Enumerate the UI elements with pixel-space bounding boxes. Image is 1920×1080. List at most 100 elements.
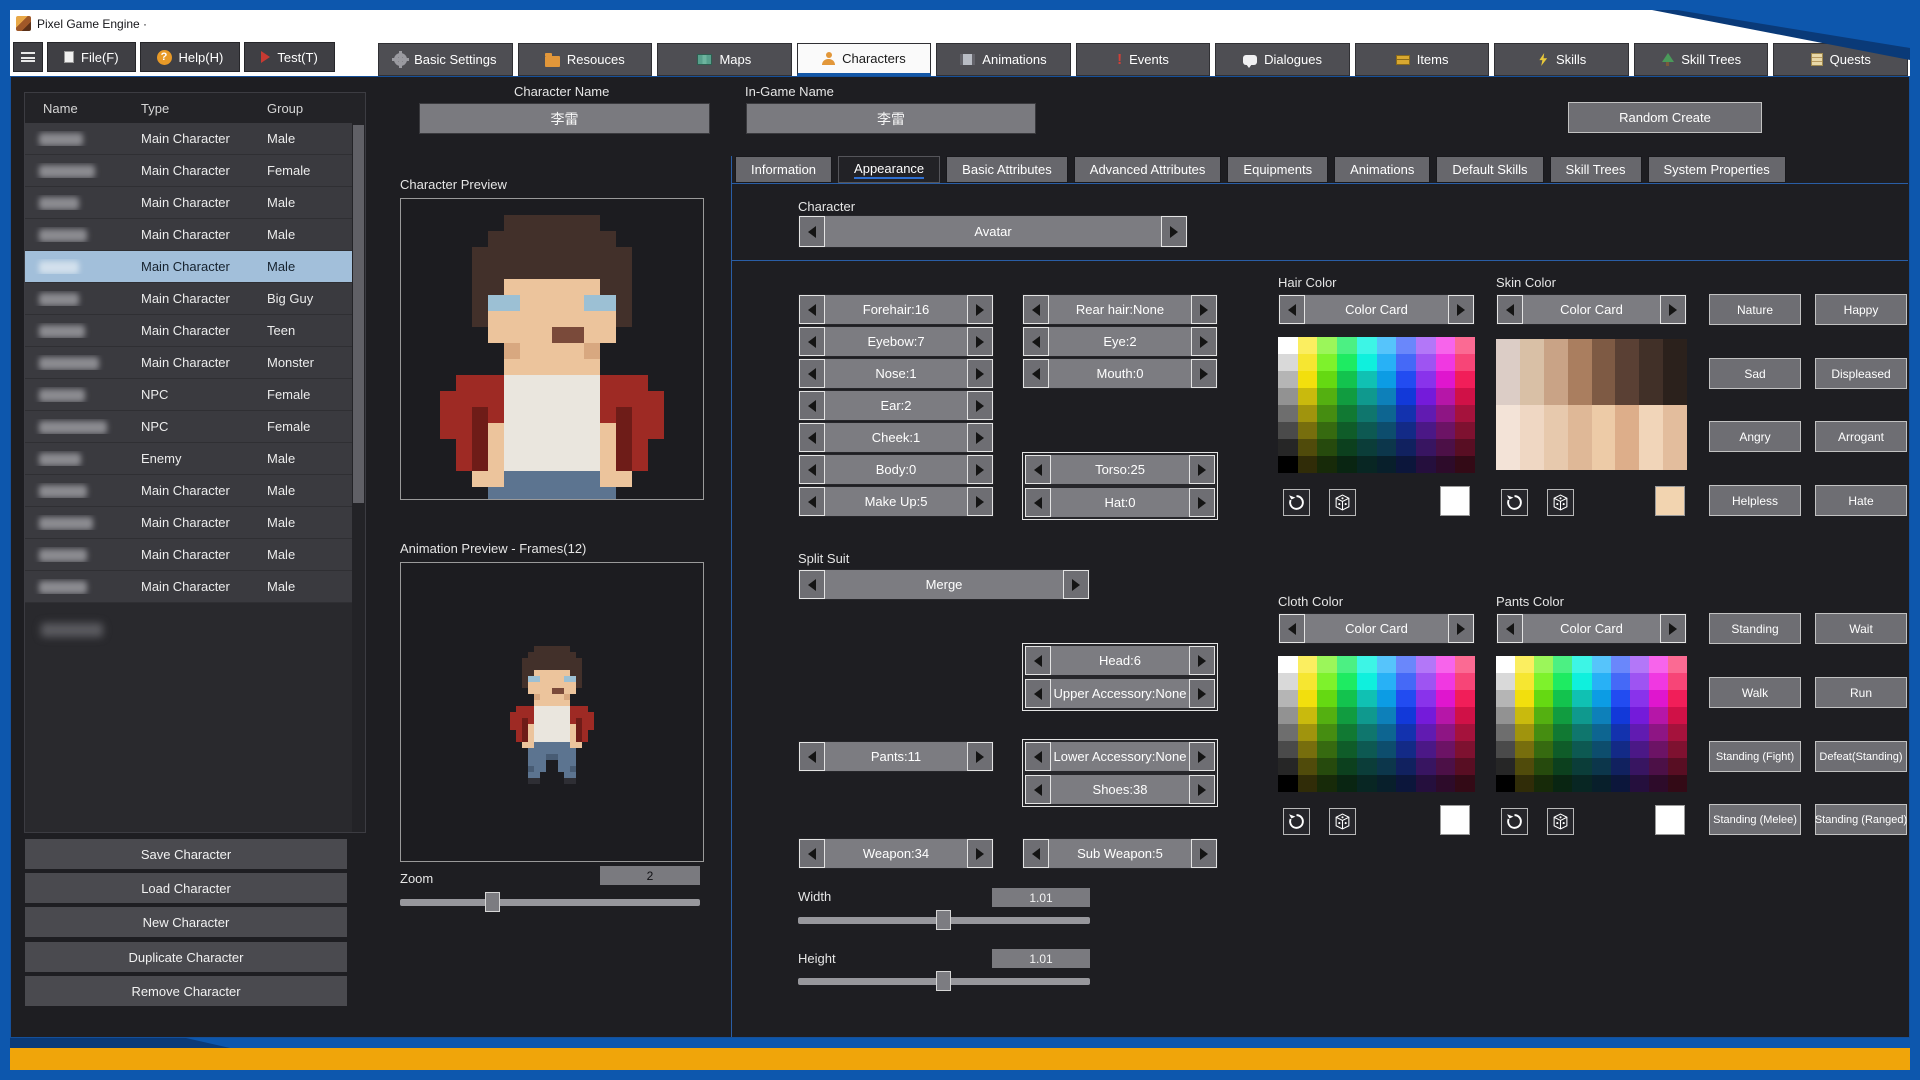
palette-swatch[interactable] [1534, 758, 1553, 775]
pants-color-card-spinner[interactable]: Color Card [1496, 613, 1687, 644]
palette-swatch[interactable] [1317, 456, 1337, 473]
palette-swatch[interactable] [1357, 690, 1377, 707]
palette-swatch[interactable] [1278, 741, 1298, 758]
spinner-right-arrow[interactable] [1191, 839, 1217, 868]
height-slider[interactable] [798, 971, 1090, 991]
pants-random-button[interactable] [1547, 808, 1574, 835]
skin-color-card-spinner[interactable]: Color Card [1496, 294, 1687, 325]
cloth-refresh-button[interactable] [1283, 808, 1310, 835]
palette-swatch[interactable] [1515, 775, 1534, 792]
nose-spinner[interactable]: Nose:1 [798, 358, 994, 389]
palette-swatch[interactable] [1496, 656, 1515, 673]
palette-swatch[interactable] [1278, 724, 1298, 741]
palette-swatch[interactable] [1416, 422, 1436, 439]
palette-swatch[interactable] [1515, 690, 1534, 707]
new-character-button[interactable]: New Character [24, 906, 348, 938]
character-name-input[interactable]: 李雷 [419, 103, 710, 134]
spinner-right-arrow[interactable] [1191, 359, 1217, 388]
pose-standing-melee-button[interactable]: Standing (Melee) [1709, 804, 1801, 835]
palette-swatch[interactable] [1357, 337, 1377, 354]
spinner-right-arrow[interactable] [1189, 775, 1215, 804]
palette-swatch[interactable] [1572, 741, 1591, 758]
palette-swatch[interactable] [1639, 339, 1663, 405]
palette-swatch[interactable] [1663, 405, 1687, 471]
palette-swatch[interactable] [1668, 741, 1687, 758]
palette-swatch[interactable] [1377, 371, 1397, 388]
spinner-left-arrow[interactable] [1025, 455, 1051, 484]
character-row[interactable]: Main CharacterTeen [25, 315, 365, 347]
spinner-left-arrow[interactable] [1279, 614, 1305, 643]
character-row[interactable]: EnemyMale [25, 443, 365, 475]
palette-swatch[interactable] [1515, 741, 1534, 758]
palette-swatch[interactable] [1396, 354, 1416, 371]
palette-swatch[interactable] [1298, 690, 1318, 707]
palette-swatch[interactable] [1337, 422, 1357, 439]
palette-swatch[interactable] [1630, 724, 1649, 741]
palette-swatch[interactable] [1455, 690, 1475, 707]
palette-swatch[interactable] [1377, 405, 1397, 422]
palette-swatch[interactable] [1278, 388, 1298, 405]
hair-refresh-button[interactable] [1283, 489, 1310, 516]
palette-swatch[interactable] [1436, 673, 1456, 690]
tab-maps[interactable]: Maps [657, 43, 792, 76]
palette-swatch[interactable] [1337, 371, 1357, 388]
palette-swatch[interactable] [1377, 741, 1397, 758]
palette-swatch[interactable] [1611, 707, 1630, 724]
palette-swatch[interactable] [1317, 656, 1337, 673]
palette-swatch[interactable] [1377, 656, 1397, 673]
palette-swatch[interactable] [1396, 707, 1416, 724]
palette-swatch[interactable] [1436, 354, 1456, 371]
palette-swatch[interactable] [1436, 758, 1456, 775]
hat-spinner[interactable]: Hat:0 [1024, 487, 1216, 518]
palette-swatch[interactable] [1592, 339, 1616, 405]
character-row[interactable]: Main CharacterMale [25, 571, 365, 603]
palette-swatch[interactable] [1298, 354, 1318, 371]
palette-swatch[interactable] [1416, 371, 1436, 388]
palette-swatch[interactable] [1278, 707, 1298, 724]
emotion-nature-button[interactable]: Nature [1709, 294, 1801, 325]
palette-swatch[interactable] [1317, 388, 1337, 405]
palette-swatch[interactable] [1396, 422, 1416, 439]
palette-swatch[interactable] [1357, 741, 1377, 758]
palette-swatch[interactable] [1278, 371, 1298, 388]
palette-swatch[interactable] [1611, 741, 1630, 758]
spinner-right-arrow[interactable] [967, 359, 993, 388]
zoom-slider[interactable] [400, 892, 700, 912]
palette-swatch[interactable] [1455, 388, 1475, 405]
palette-swatch[interactable] [1630, 656, 1649, 673]
palette-swatch[interactable] [1455, 673, 1475, 690]
palette-swatch[interactable] [1278, 673, 1298, 690]
subtab-advanced-attributes[interactable]: Advanced Attributes [1074, 156, 1222, 183]
palette-swatch[interactable] [1416, 707, 1436, 724]
palette-swatch[interactable] [1496, 758, 1515, 775]
subtab-skill-trees[interactable]: Skill Trees [1550, 156, 1642, 183]
subtab-default-skills[interactable]: Default Skills [1436, 156, 1543, 183]
hair-random-button[interactable] [1329, 489, 1356, 516]
random-create-button[interactable]: Random Create [1568, 102, 1762, 133]
palette-swatch[interactable] [1436, 456, 1456, 473]
palette-swatch[interactable] [1396, 371, 1416, 388]
palette-swatch[interactable] [1357, 775, 1377, 792]
palette-swatch[interactable] [1534, 724, 1553, 741]
spinner-right-arrow[interactable] [967, 487, 993, 516]
palette-swatch[interactable] [1496, 724, 1515, 741]
character-row[interactable]: Main CharacterMale [25, 475, 365, 507]
character-row[interactable]: Main CharacterMale [25, 539, 365, 571]
palette-swatch[interactable] [1649, 690, 1668, 707]
spinner-left-arrow[interactable] [1025, 775, 1051, 804]
upper-accessory-spinner[interactable]: Upper Accessory:None [1024, 678, 1216, 709]
palette-swatch[interactable] [1317, 741, 1337, 758]
palette-swatch[interactable] [1337, 456, 1357, 473]
palette-swatch[interactable] [1357, 371, 1377, 388]
palette-swatch[interactable] [1592, 690, 1611, 707]
palette-swatch[interactable] [1357, 758, 1377, 775]
palette-swatch[interactable] [1649, 758, 1668, 775]
palette-swatch[interactable] [1298, 775, 1318, 792]
palette-swatch[interactable] [1416, 439, 1436, 456]
palette-swatch[interactable] [1611, 673, 1630, 690]
height-slider-thumb[interactable] [936, 971, 951, 991]
palette-swatch[interactable] [1455, 422, 1475, 439]
makeup-spinner[interactable]: Make Up:5 [798, 486, 994, 517]
palette-swatch[interactable] [1298, 656, 1318, 673]
palette-swatch[interactable] [1357, 422, 1377, 439]
